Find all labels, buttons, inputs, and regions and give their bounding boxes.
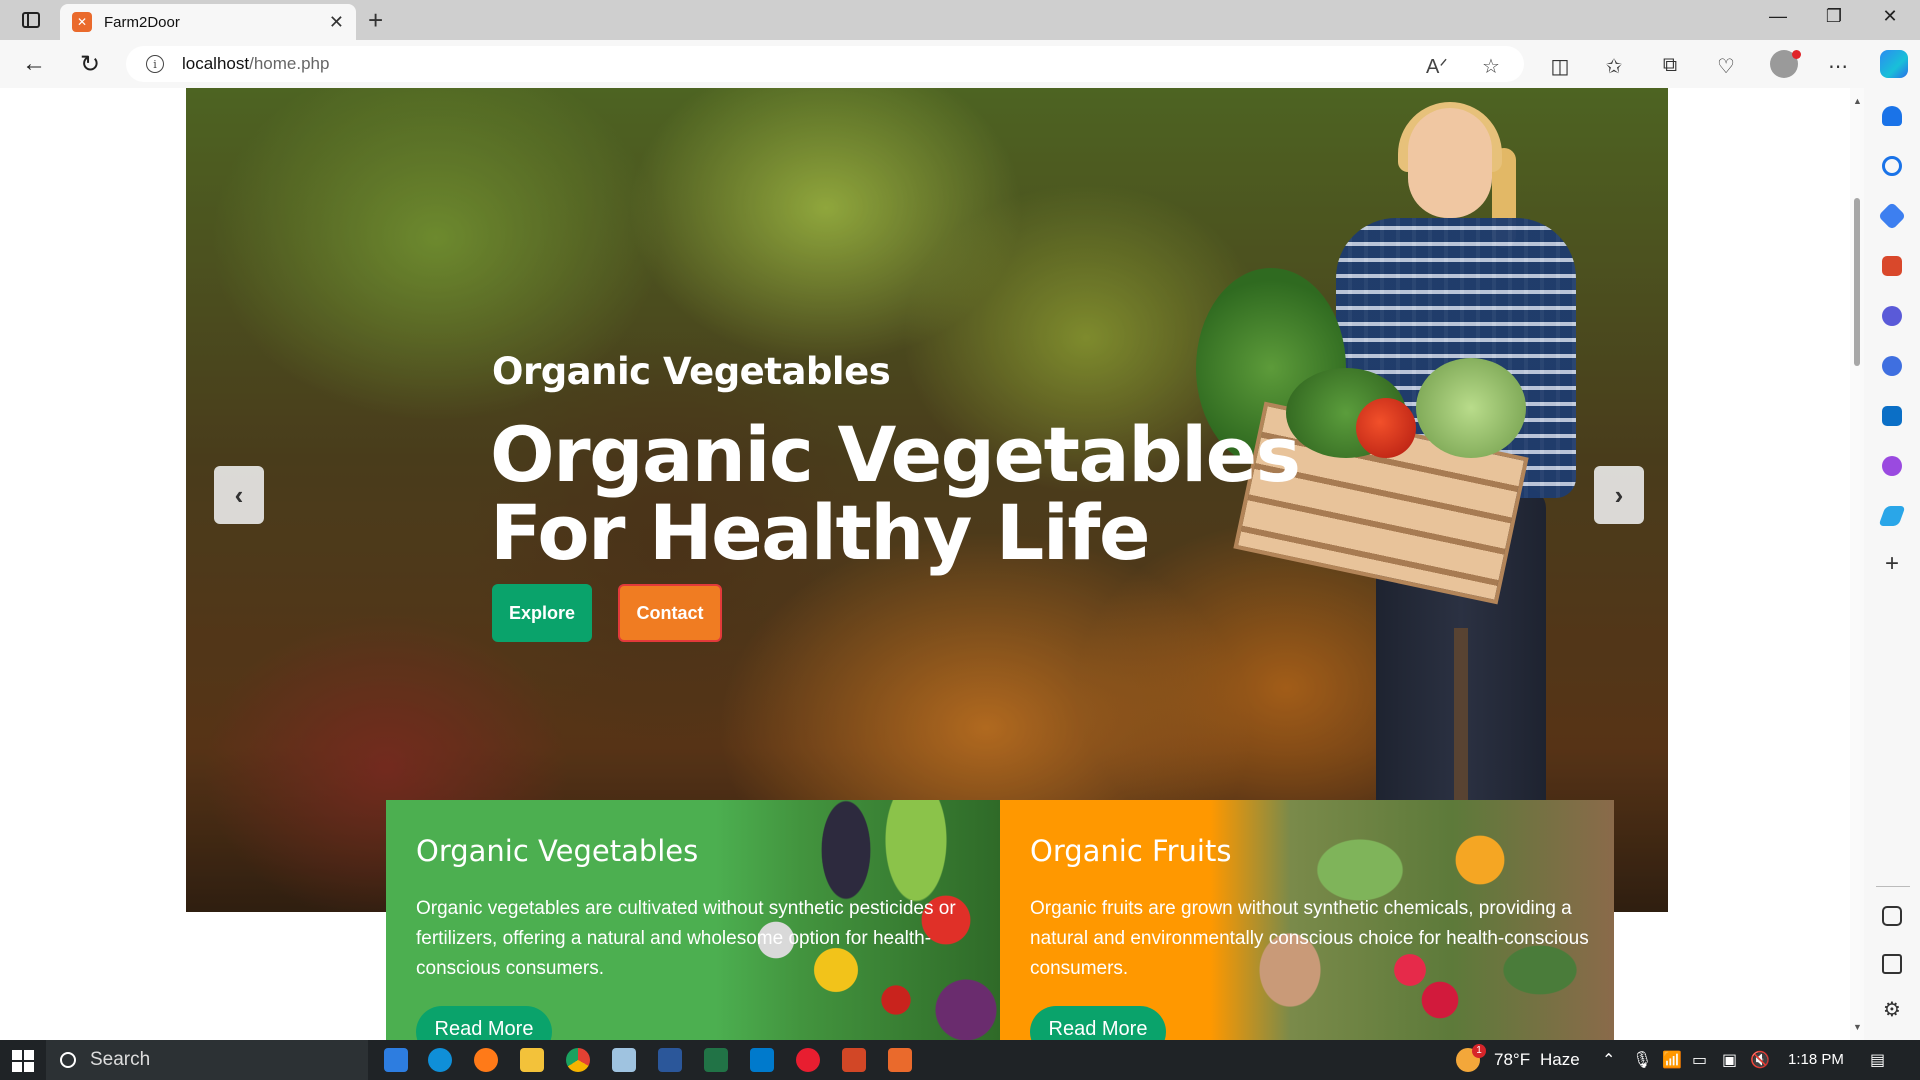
explore-button[interactable]: Explore — [492, 584, 592, 642]
hero-carousel: Organic Vegetables Organic Vegetables Fo… — [186, 88, 1668, 912]
new-tab-button[interactable]: + — [368, 6, 383, 34]
clock-time[interactable]: 1:18 PM — [1788, 1051, 1844, 1068]
wifi-icon[interactable]: 📶 — [1662, 1050, 1682, 1070]
favorite-star-icon[interactable]: ☆ — [1482, 54, 1500, 79]
contact-button[interactable]: Contact — [618, 584, 722, 642]
url-path: /home.php — [249, 54, 330, 73]
microphone-icon[interactable]: 🎙 — [1632, 1050, 1652, 1070]
address-bar: ← ↻ i localhost/home.php Aᐟ ☆ ◫ ✩ ⧉ ♡ ⋯ — [0, 40, 1920, 88]
mail-app-icon[interactable] — [384, 1048, 408, 1072]
chrome-app-icon[interactable] — [566, 1048, 590, 1072]
send-icon[interactable] — [1878, 506, 1906, 526]
hero-title: Organic Vegetables For Healthy Life — [490, 410, 1301, 577]
chevron-up-icon[interactable]: ⌃ — [1602, 1050, 1615, 1070]
xampp-icon: ✕ — [72, 12, 92, 32]
read-more-button[interactable]: Read More — [1030, 1006, 1166, 1040]
tab-title: Farm2Door — [104, 13, 180, 31]
games-icon[interactable] — [1882, 306, 1902, 326]
notepad-app-icon[interactable] — [612, 1048, 636, 1072]
scroll-down-arrow-icon[interactable]: ▼ — [1853, 1022, 1862, 1032]
card-description: Organic vegetables are cultivated withou… — [416, 898, 956, 979]
card-title: Organic Fruits — [1030, 834, 1232, 868]
notification-dot — [1792, 50, 1801, 59]
read-more-button[interactable]: Read More — [416, 1006, 552, 1040]
powerpoint-app-icon[interactable] — [842, 1048, 866, 1072]
url-host: localhost — [182, 54, 250, 73]
vscode-app-icon[interactable] — [750, 1048, 774, 1072]
browser-essentials-icon[interactable]: ♡ — [1712, 54, 1740, 79]
more-options-icon[interactable]: ⋯ — [1824, 54, 1852, 79]
search-icon — [60, 1052, 76, 1068]
notifications-icon[interactable]: ▤ — [1870, 1050, 1885, 1070]
weather-temp: 78°F — [1494, 1050, 1531, 1069]
split-screen-icon[interactable]: ◫ — [1546, 54, 1574, 79]
windows-start-icon[interactable] — [12, 1050, 34, 1072]
settings-gear-icon[interactable]: ⚙ — [1882, 1000, 1902, 1020]
active-tab[interactable]: ✕ Farm2Door ✕ — [60, 4, 356, 40]
site-info-icon[interactable]: i — [146, 55, 164, 73]
taskbar-search-box[interactable]: Search — [46, 1040, 368, 1080]
back-button[interactable]: ← — [18, 50, 50, 78]
read-aloud-icon[interactable]: Aᐟ — [1426, 54, 1448, 79]
card-description: Organic fruits are grown without synthet… — [1030, 898, 1589, 979]
outlook-icon[interactable] — [1882, 406, 1902, 426]
url-field[interactable]: i localhost/home.php Aᐟ ☆ — [126, 46, 1524, 82]
add-icon[interactable]: + — [1882, 552, 1902, 576]
xampp-app-icon[interactable] — [888, 1048, 912, 1072]
bell-icon[interactable] — [1882, 106, 1902, 126]
hero-subtitle: Organic Vegetables — [492, 350, 891, 393]
close-window-button[interactable]: ✕ — [1870, 6, 1910, 27]
scrollbar-thumb[interactable] — [1854, 198, 1860, 366]
speaker-muted-icon[interactable]: 🔇 — [1750, 1050, 1770, 1070]
tab-bar: ✕ Farm2Door ✕ + — ❐ ✕ — [0, 0, 1920, 40]
microsoft365-icon[interactable] — [1882, 356, 1902, 376]
copilot-icon[interactable] — [1880, 50, 1908, 78]
edge-app-icon[interactable] — [428, 1048, 452, 1072]
refresh-button[interactable]: ↻ — [74, 50, 106, 78]
page-viewport: Organic Vegetables Organic Vegetables Fo… — [4, 88, 1850, 1040]
tools-icon[interactable] — [1882, 256, 1902, 276]
battery-icon[interactable]: ▭ — [1692, 1050, 1707, 1070]
sidebar-toggle-icon[interactable] — [1882, 906, 1902, 926]
collections-icon[interactable]: ⧉ — [1656, 54, 1684, 77]
restore-button[interactable]: ❐ — [1814, 6, 1854, 27]
file-explorer-icon[interactable] — [520, 1048, 544, 1072]
scroll-up-arrow-icon[interactable]: ▲ — [1853, 96, 1862, 106]
open-external-icon[interactable] — [1882, 954, 1902, 974]
card-title: Organic Vegetables — [416, 834, 699, 868]
search-icon[interactable] — [1882, 156, 1902, 176]
carousel-prev-button[interactable]: ‹ — [214, 466, 264, 524]
weather-badge: 1 — [1472, 1044, 1486, 1058]
page-scrollbar[interactable]: ▲ ▼ — [1850, 88, 1864, 1040]
carousel-next-button[interactable]: › — [1594, 466, 1644, 524]
word-app-icon[interactable] — [658, 1048, 682, 1072]
card-organic-vegetables: Organic Vegetables Organic vegetables ar… — [386, 800, 1000, 1040]
minimize-button[interactable]: — — [1758, 6, 1798, 27]
favorites-icon[interactable]: ✩ — [1600, 54, 1628, 79]
excel-app-icon[interactable] — [704, 1048, 728, 1072]
camera-icon[interactable]: ▣ — [1722, 1050, 1737, 1070]
taskbar-search-placeholder: Search — [90, 1049, 151, 1070]
close-tab-icon[interactable]: ✕ — [329, 12, 344, 33]
tab-actions-icon — [22, 12, 40, 28]
card-organic-fruits: Organic Fruits Organic fruits are grown … — [1000, 800, 1614, 1040]
designer-icon[interactable] — [1882, 456, 1902, 476]
weather-description: Haze — [1540, 1050, 1580, 1069]
taskbar: Search 1 78°F Haze ⌃ 🎙 📶 ▭ ▣ 🔇 1:18 PM ▤ — [0, 1040, 1920, 1080]
shopping-tag-icon[interactable] — [1877, 201, 1907, 231]
tab-actions-button[interactable] — [14, 8, 48, 32]
opera-app-icon[interactable] — [796, 1048, 820, 1072]
firefox-app-icon[interactable] — [474, 1048, 498, 1072]
edge-sidebar: + ⚙ — [1864, 88, 1920, 1040]
